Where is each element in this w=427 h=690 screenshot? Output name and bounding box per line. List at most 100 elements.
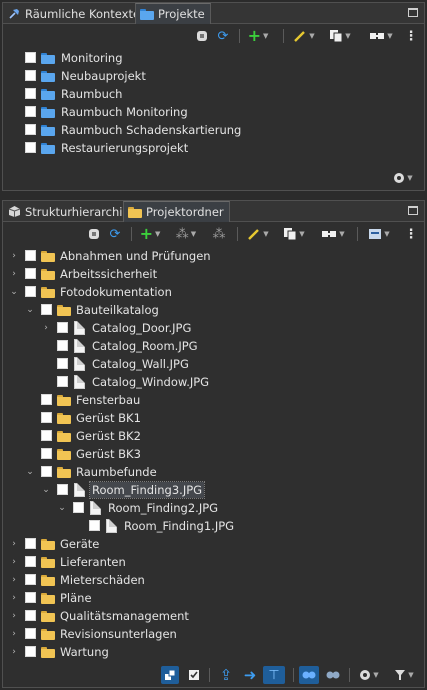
checkbox[interactable] <box>25 538 36 549</box>
checkbox[interactable] <box>25 646 36 657</box>
checkbox[interactable] <box>41 394 52 405</box>
project-item[interactable]: Neubauprojekt <box>3 67 424 85</box>
folder-node[interactable]: › Mieterschäden <box>3 571 424 589</box>
checkbox[interactable] <box>25 628 36 639</box>
folder-node[interactable]: Gerüst BK2 <box>3 427 424 445</box>
file-node[interactable]: Catalog_Wall.JPG <box>3 355 424 373</box>
chevron-right-icon[interactable]: › <box>41 319 51 337</box>
folder-node[interactable]: › Lieferanten <box>3 553 424 571</box>
folder-node[interactable]: › Qualitätsmanagement <box>3 607 424 625</box>
file-node[interactable]: Catalog_Window.JPG <box>3 373 424 391</box>
chevron-right-icon[interactable]: › <box>9 553 19 571</box>
checkbox[interactable] <box>25 88 36 99</box>
chevron-down-icon[interactable]: ⌄ <box>57 499 67 517</box>
chevron-down-icon[interactable]: ⌄ <box>25 463 35 481</box>
copy-icon[interactable]: ▼ <box>281 226 307 242</box>
checkbox[interactable] <box>57 358 68 369</box>
folder-node[interactable]: › Abnahmen und Prüfungen <box>3 247 424 265</box>
folder-node[interactable]: Fensterbau <box>3 391 424 409</box>
edit-icon[interactable]: ▼ <box>245 226 271 242</box>
view-icon[interactable]: ▼ <box>365 226 393 242</box>
file-node[interactable]: Room_Finding1.JPG <box>3 517 424 535</box>
checkbox[interactable] <box>41 430 52 441</box>
more-icon[interactable]: ⋮ <box>405 28 418 44</box>
hierarchy-icon[interactable]: ⊤ <box>263 666 285 684</box>
folder-node[interactable]: › Wartung <box>3 643 424 661</box>
checkbox[interactable] <box>73 502 84 513</box>
link-icon[interactable]: ▼ <box>319 226 347 242</box>
refresh-icon[interactable]: ⟳ <box>215 28 231 44</box>
chevron-right-icon[interactable]: › <box>9 535 19 553</box>
project-item[interactable]: Restaurierungsprojekt <box>3 139 424 157</box>
file-node[interactable]: ⌄ Room_Finding2.JPG <box>3 499 424 517</box>
tab-projekte[interactable]: Projekte <box>135 3 211 24</box>
checkbox[interactable] <box>41 466 52 477</box>
folder-node[interactable]: › Pläne <box>3 589 424 607</box>
checkbox[interactable] <box>25 70 36 81</box>
move-icon[interactable]: ⁂ ▼ <box>173 226 199 242</box>
more-icon[interactable]: ⋮ <box>405 226 418 242</box>
checkbox[interactable] <box>57 484 68 495</box>
upload-icon[interactable]: ⇪ <box>217 667 235 683</box>
checkbox[interactable] <box>25 556 36 567</box>
folder-node[interactable]: ⌄ Bauteilkatalog <box>3 301 424 319</box>
checkbox[interactable] <box>25 286 36 297</box>
chevron-down-icon[interactable]: ⌄ <box>25 301 35 319</box>
project-item[interactable]: Raumbuch Schadenskartierung <box>3 121 424 139</box>
filter-icon[interactable] <box>195 28 209 44</box>
link-toggle-icon[interactable] <box>299 666 319 684</box>
checkbox[interactable] <box>57 322 68 333</box>
project-item[interactable]: Raumbuch <box>3 85 424 103</box>
folder-node[interactable]: › Geräte <box>3 535 424 553</box>
chevron-down-icon[interactable]: ⌄ <box>41 481 51 499</box>
folder-node[interactable]: Gerüst BK3 <box>3 445 424 463</box>
checkbox[interactable] <box>57 376 68 387</box>
checkbox[interactable] <box>25 124 36 135</box>
folder-node[interactable]: › Revisionsunterlagen <box>3 625 424 643</box>
maximize-icon[interactable] <box>408 206 418 215</box>
chevron-right-icon[interactable]: › <box>9 247 19 265</box>
folder-node[interactable]: › Arbeitssicherheit <box>3 265 424 283</box>
settings-icon[interactable]: ▼ <box>355 667 383 683</box>
link-icon[interactable]: ▼ <box>367 28 395 44</box>
chevron-right-icon[interactable]: › <box>9 589 19 607</box>
chevron-right-icon[interactable]: › <box>9 607 19 625</box>
checkbox[interactable] <box>41 448 52 459</box>
chevron-right-icon[interactable]: › <box>9 571 19 589</box>
folder-node[interactable]: ⌄ Fotodokumentation <box>3 283 424 301</box>
collapse-all-icon[interactable] <box>161 666 179 684</box>
settings-icon[interactable]: ▼ <box>389 170 417 186</box>
tab-strukturhierarchie[interactable]: Strukturhierarchie <box>3 201 135 222</box>
tab-raeumliche-kontexte[interactable]: Räumliche Kontexte <box>3 3 145 24</box>
file-node[interactable]: › Catalog_Door.JPG <box>3 319 424 337</box>
tab-projektordner[interactable]: Projektordner <box>123 201 230 222</box>
project-item[interactable]: Monitoring <box>3 49 424 67</box>
maximize-icon[interactable] <box>408 8 418 17</box>
refresh-icon[interactable]: ⟳ <box>107 226 123 242</box>
checkbox[interactable] <box>41 412 52 423</box>
checkbox[interactable] <box>57 340 68 351</box>
checkbox[interactable] <box>25 250 36 261</box>
edit-icon[interactable]: ▼ <box>291 28 317 44</box>
checkbox[interactable] <box>25 610 36 621</box>
checkbox[interactable] <box>25 142 36 153</box>
add-icon[interactable]: + ▼ <box>247 28 269 44</box>
project-item[interactable]: Raumbuch Monitoring <box>3 103 424 121</box>
chevron-down-icon[interactable]: ⌄ <box>9 283 19 301</box>
checkbox[interactable] <box>25 106 36 117</box>
funnel-icon[interactable]: ▼ <box>391 667 417 683</box>
check-icon[interactable] <box>187 667 201 683</box>
checkbox[interactable] <box>25 268 36 279</box>
checkbox[interactable] <box>41 304 52 315</box>
add-icon[interactable]: + ▼ <box>139 226 161 242</box>
copy-icon[interactable]: ▼ <box>327 28 353 44</box>
arrow-right-icon[interactable]: ➜ <box>241 667 259 683</box>
link-node-icon[interactable]: ⁂ <box>209 226 229 242</box>
file-node[interactable]: Catalog_Room.JPG <box>3 337 424 355</box>
checkbox[interactable] <box>25 574 36 585</box>
chevron-right-icon[interactable]: › <box>9 625 19 643</box>
checkbox[interactable] <box>25 592 36 603</box>
chevron-right-icon[interactable]: › <box>9 643 19 661</box>
checkbox[interactable] <box>25 52 36 63</box>
folder-node[interactable]: ⌄ Raumbefunde <box>3 463 424 481</box>
